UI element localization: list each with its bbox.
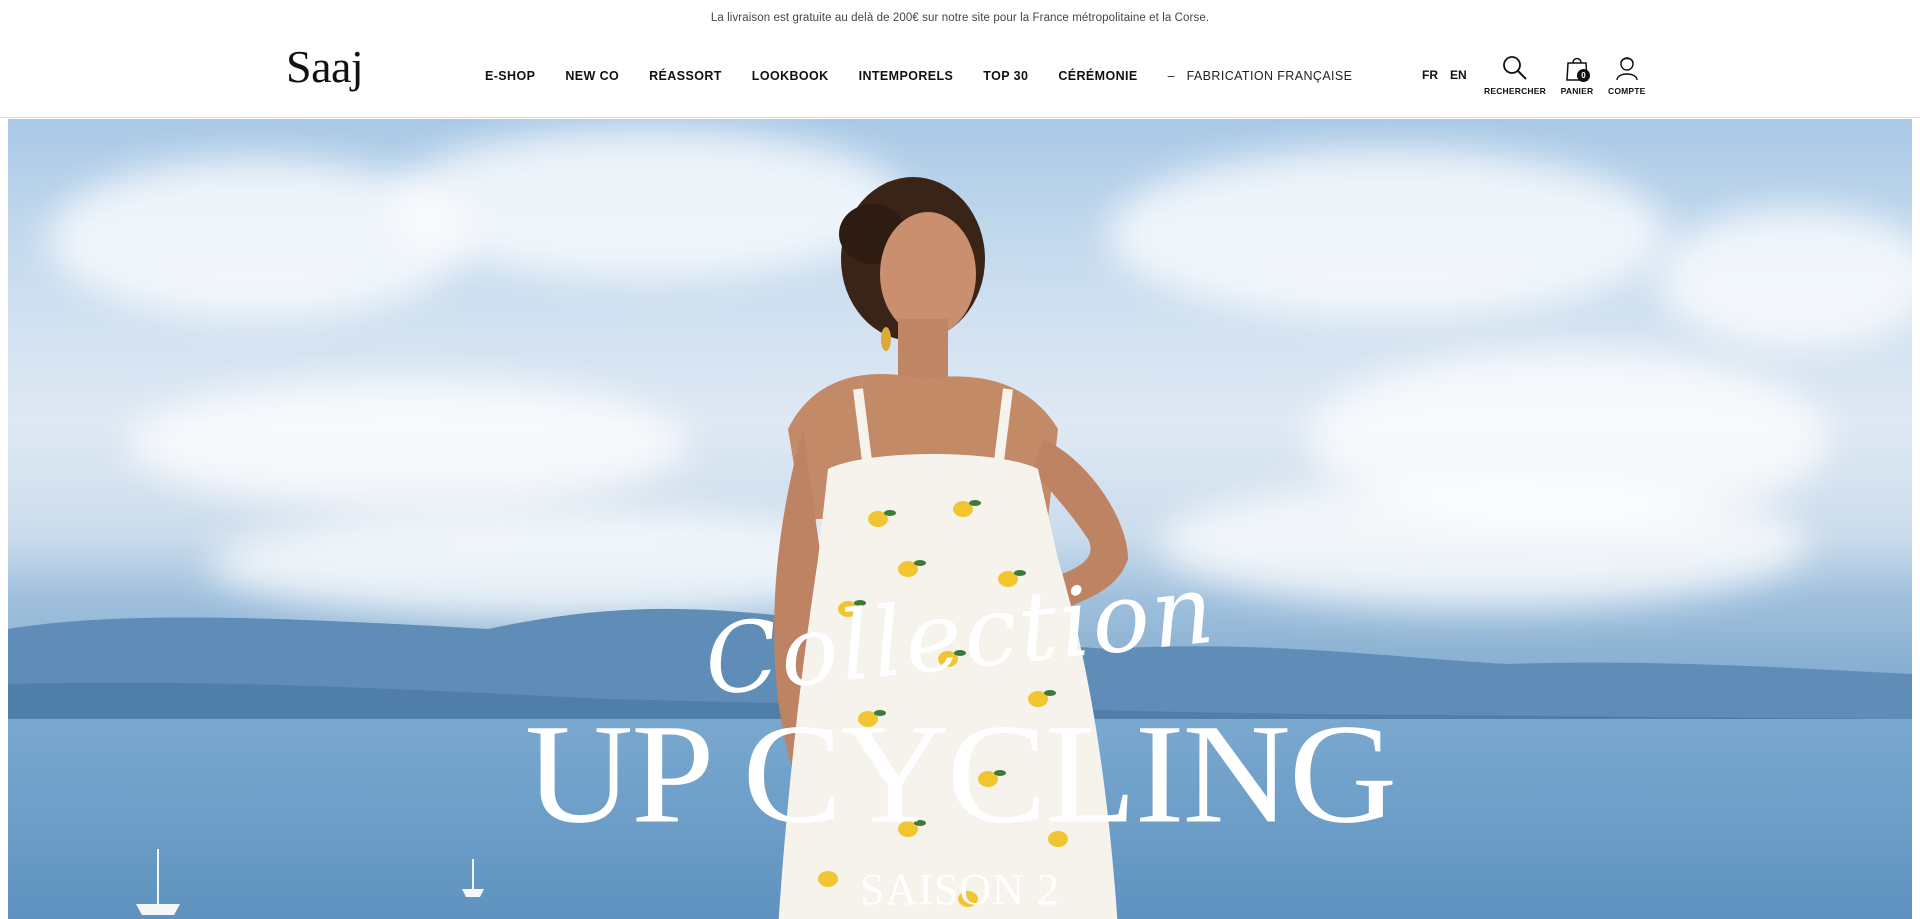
nav-item-intemporels[interactable]: INTEMPORELS <box>859 69 954 83</box>
hero-subtitle: SAISON 2 <box>860 865 1060 914</box>
nav-item-top-30[interactable]: TOP 30 <box>983 69 1028 83</box>
search-label: RECHERCHER <box>1484 86 1546 96</box>
hero-title: UP CYCLING <box>524 695 1397 853</box>
lang-en[interactable]: EN <box>1450 68 1467 82</box>
search-icon <box>1498 52 1532 84</box>
account-label: COMPTE <box>1607 86 1646 96</box>
shopping-bag-icon: 0 <box>1560 52 1594 84</box>
nav-item-reassort[interactable]: RÉASSORT <box>649 69 722 83</box>
announcement-text: La livraison est gratuite au delà de 200… <box>710 12 1210 24</box>
main-nav: E-SHOP NEW CO RÉASSORT LOOKBOOK INTEMPOR… <box>470 36 1367 116</box>
hero-banner[interactable]: Collection UP CYCLING SAISON 2 <box>8 119 1912 919</box>
cart-label: PANIER <box>1560 86 1594 96</box>
nav-item-ceremonie[interactable]: CÉRÉMONIE <box>1058 69 1137 83</box>
header-actions: RECHERCHER 0 PANIER COMPTE <box>1484 52 1660 96</box>
cloud <box>128 379 688 509</box>
account-button[interactable]: COMPTE <box>1608 52 1646 96</box>
lang-fr[interactable]: FR <box>1422 68 1438 82</box>
user-icon <box>1610 52 1644 84</box>
cloud <box>1658 209 1912 349</box>
nav-separator: – <box>1167 69 1175 83</box>
nav-item-fabrication-francaise[interactable]: FABRICATION FRANÇAISE <box>1187 69 1353 83</box>
language-switcher: FR EN <box>1422 36 1479 114</box>
cart-button[interactable]: 0 PANIER <box>1560 52 1594 96</box>
nav-item-new-co[interactable]: NEW CO <box>565 69 619 83</box>
site-header: Saaj E-SHOP NEW CO RÉASSORT LOOKBOOK INT… <box>0 36 1920 118</box>
search-button[interactable]: RECHERCHER <box>1484 52 1546 96</box>
cart-count-badge: 0 <box>1576 69 1590 82</box>
nav-item-lookbook[interactable]: LOOKBOOK <box>752 69 829 83</box>
announcement-bar: La livraison est gratuite au delà de 200… <box>0 0 1920 36</box>
nav-item-eshop[interactable]: E-SHOP <box>485 69 535 83</box>
brand-logo[interactable]: Saaj <box>286 44 364 90</box>
